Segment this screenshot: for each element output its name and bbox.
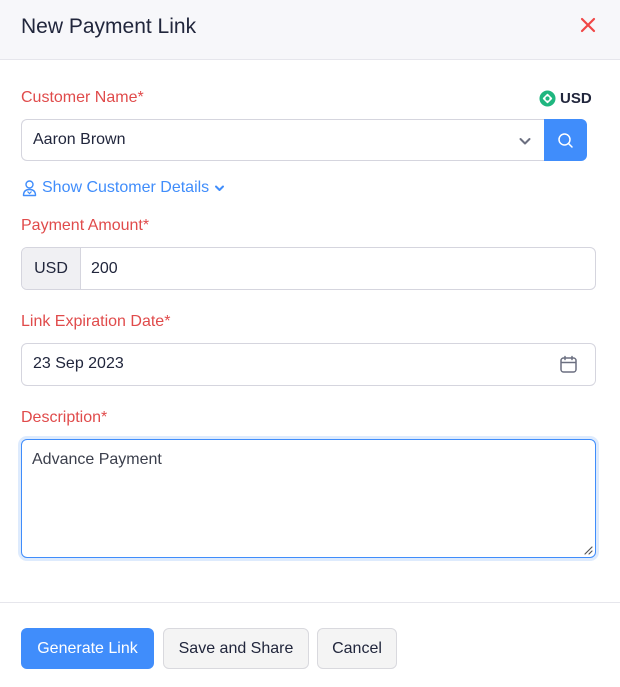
save-and-share-button[interactable]: Save and Share bbox=[163, 628, 309, 669]
description-textarea[interactable]: Advance Payment bbox=[21, 439, 596, 558]
customer-select[interactable]: Aaron Brown bbox=[21, 119, 545, 161]
footer-divider bbox=[0, 602, 620, 603]
currency-icon bbox=[539, 89, 556, 107]
user-icon bbox=[22, 179, 37, 196]
description-label: Description* bbox=[21, 409, 108, 426]
resize-handle-icon[interactable] bbox=[583, 545, 593, 555]
customer-search-button[interactable] bbox=[544, 119, 587, 161]
payment-amount-field[interactable]: USD 200 bbox=[21, 247, 596, 290]
payment-amount-input[interactable]: 200 bbox=[81, 248, 595, 289]
cancel-button[interactable]: Cancel bbox=[317, 628, 397, 669]
description-value: Advance Payment bbox=[32, 451, 162, 468]
modal-header: New Payment Link bbox=[0, 0, 620, 60]
show-customer-details-label: Show Customer Details bbox=[42, 179, 210, 196]
currency-code: USD bbox=[560, 89, 592, 107]
close-button[interactable] bbox=[578, 14, 598, 36]
amount-currency-prefix: USD bbox=[22, 248, 81, 289]
modal-title: New Payment Link bbox=[21, 15, 197, 38]
close-icon bbox=[580, 17, 596, 33]
link-expiration-date-label: Link Expiration Date* bbox=[21, 313, 171, 330]
customer-currency-badge: USD bbox=[539, 88, 592, 108]
search-icon bbox=[558, 132, 573, 148]
link-expiration-date-input[interactable]: 23 Sep 2023 bbox=[21, 343, 596, 386]
payment-amount-label: Payment Amount* bbox=[21, 217, 150, 234]
chevron-down-icon[interactable] bbox=[518, 134, 532, 148]
generate-link-button[interactable]: Generate Link bbox=[21, 628, 154, 669]
expiration-date-value: 23 Sep 2023 bbox=[33, 355, 124, 372]
customer-name-label: Customer Name* bbox=[21, 89, 144, 106]
chevron-down-icon bbox=[215, 185, 225, 191]
show-customer-details-link[interactable]: Show Customer Details bbox=[22, 177, 225, 199]
calendar-icon[interactable] bbox=[559, 355, 578, 374]
customer-select-value: Aaron Brown bbox=[33, 131, 126, 148]
